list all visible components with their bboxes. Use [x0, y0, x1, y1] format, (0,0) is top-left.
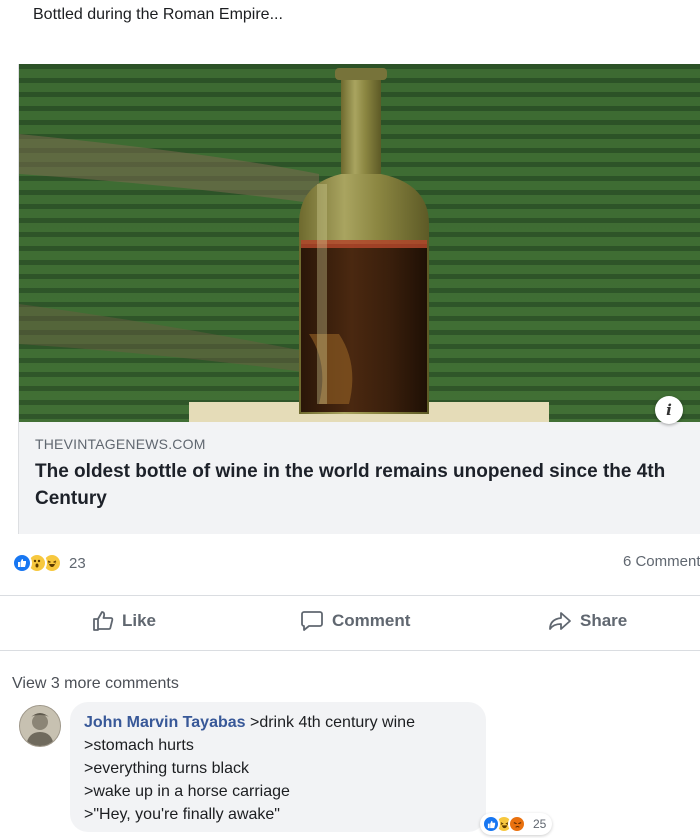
comment-line-text: >drink 4th century wine — [249, 714, 415, 731]
view-more-comments[interactable]: View 3 more comments — [12, 675, 179, 693]
comment-text: John Marvin Tayabas >drink 4th century w… — [84, 711, 484, 826]
avatar-image — [20, 706, 60, 746]
reaction-summary[interactable]: 23 — [12, 553, 86, 573]
avatar[interactable] — [19, 705, 61, 747]
comment-author[interactable]: John Marvin Tayabas — [84, 714, 246, 731]
divider — [0, 595, 700, 596]
info-icon[interactable]: i — [655, 396, 683, 424]
comment-count[interactable]: 6 Comments — [623, 553, 700, 570]
share-button[interactable]: Share — [548, 610, 627, 632]
thumbs-up-icon — [93, 611, 114, 631]
like-label: Like — [122, 611, 157, 630]
comment-label: Comment — [332, 611, 411, 630]
comment-bubble: John Marvin Tayabas >drink 4th century w… — [70, 702, 486, 832]
comment-button[interactable]: Comment — [300, 610, 410, 632]
post-text: Bottled during the Roman Empire... — [33, 6, 283, 23]
link-title[interactable]: The oldest bottle of wine in the world r… — [35, 458, 675, 512]
post-actions: Like Comment Share — [0, 600, 700, 644]
divider — [0, 650, 700, 651]
comment-reaction-summary[interactable]: 25 — [480, 813, 553, 835]
share-icon — [549, 612, 571, 630]
angry-icon — [508, 815, 526, 833]
link-domain: THEVINTAGENEWS.COM — [35, 436, 206, 452]
like-button[interactable]: Like — [92, 610, 156, 632]
link-preview-card[interactable]: i THEVINTAGENEWS.COM The oldest bottle o… — [18, 64, 700, 534]
comment-line: >everything turns black — [84, 760, 249, 777]
post-stats: 23 6 Comments — [0, 548, 700, 580]
wine-bottle-photo — [19, 64, 700, 422]
share-label: Share — [580, 611, 628, 630]
comment-line: >stomach hurts — [84, 737, 194, 754]
comment-icon — [301, 611, 323, 631]
comment-reaction-count: 25 — [533, 817, 547, 831]
comment-line: John Marvin Tayabas >drink 4th century w… — [84, 711, 484, 734]
like-icon — [482, 815, 500, 833]
like-icon — [12, 553, 32, 573]
comment-line: >"Hey, you're finally awake" — [84, 806, 280, 823]
link-preview-image[interactable] — [19, 64, 700, 422]
reaction-count: 23 — [69, 554, 86, 572]
comment-line: >wake up in a horse carriage — [84, 783, 290, 800]
